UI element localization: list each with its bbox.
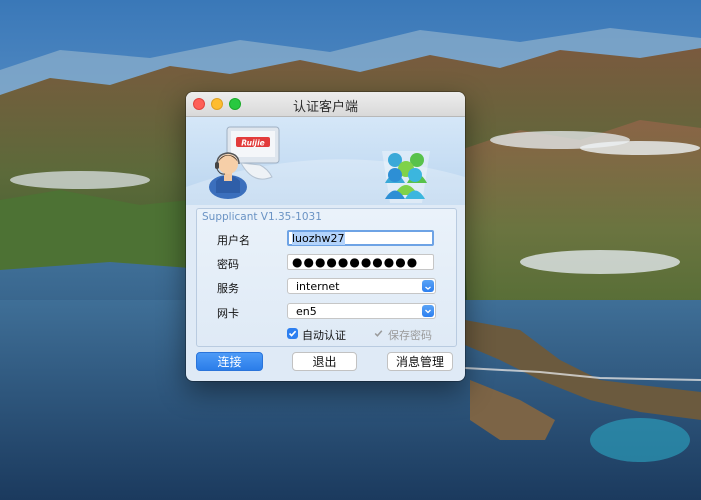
username-input[interactable]: luozhw27 <box>287 230 434 246</box>
banner-illustration: Ruijie <box>186 126 465 205</box>
service-selected-value: internet <box>296 280 340 293</box>
save-password-label: 保存密码 <box>388 329 432 342</box>
header-banner: Ruijie <box>186 117 465 205</box>
version-label: Supplicant V1.35-1031 <box>202 211 322 223</box>
nic-label: 网卡 <box>217 307 239 320</box>
nic-selected-value: en5 <box>296 305 317 318</box>
window-title: 认证客户端 <box>292 100 358 115</box>
auth-client-window: 认证客户端 Ruijie Supplicant V1.35-1031 用户名 l… <box>186 92 465 381</box>
service-select[interactable]: internet <box>287 278 436 294</box>
auto-auth-label: 自动认证 <box>302 329 346 342</box>
username-value: luozhw27 <box>292 232 345 245</box>
svg-text:Ruijie: Ruijie <box>241 139 265 148</box>
title-bar[interactable]: 认证客户端 <box>186 92 465 117</box>
chevron-up-down-icon <box>422 280 434 292</box>
user-group-icon <box>382 151 430 203</box>
checkmark-icon <box>287 328 298 339</box>
nic-select[interactable]: en5 <box>287 303 436 319</box>
exit-button[interactable]: 退出 <box>292 352 357 371</box>
connect-button[interactable]: 连接 <box>196 352 263 371</box>
password-input[interactable]: ●●●●●●●●●●● <box>287 254 434 270</box>
password-label: 密码 <box>217 258 239 271</box>
message-management-button[interactable]: 消息管理 <box>387 352 453 371</box>
service-label: 服务 <box>217 282 239 295</box>
checkmark-icon <box>373 328 384 339</box>
username-label: 用户名 <box>217 234 250 247</box>
password-masked-value: ●●●●●●●●●●● <box>292 255 419 269</box>
chevron-down-icon <box>422 305 434 317</box>
